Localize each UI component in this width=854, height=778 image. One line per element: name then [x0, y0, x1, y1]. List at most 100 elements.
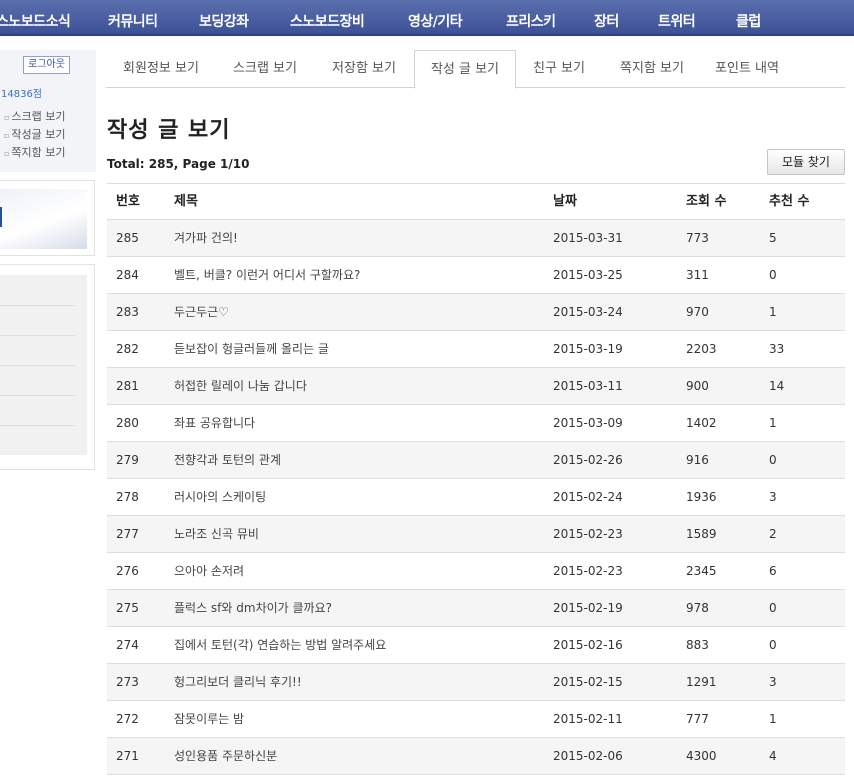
header-recommend[interactable]: 추천 수 — [769, 184, 839, 220]
post-title-link[interactable]: 러시아의 스케이팅 — [174, 479, 544, 515]
sidebar-links: 스크랩 보기 작성글 보기 쪽지함 보기 — [4, 108, 65, 162]
post-views: 2345 — [686, 564, 717, 578]
post-title-link[interactable]: 전향각과 토턴의 관계 — [174, 442, 544, 478]
post-recommends: 3 — [769, 490, 777, 504]
post-title-link[interactable]: 노라조 신곡 뮤비 — [174, 516, 544, 552]
widget-divider — [0, 365, 75, 366]
post-title-link[interactable]: 잠못이루는 밤 — [174, 701, 544, 737]
top-navigation: 스노보드소식 커뮤니티 보딩강좌 스노보드장비 영상/기타 프리스키 장터 트위… — [0, 0, 854, 36]
post-number: 275 — [116, 601, 139, 615]
logout-button[interactable]: 로그아웃 — [23, 56, 70, 74]
post-date: 2015-03-09 — [553, 416, 623, 430]
header-views[interactable]: 조회 수 — [686, 184, 756, 220]
sidebar-link-scrap[interactable]: 스크랩 보기 — [4, 108, 65, 126]
table-row: 281 허접한 릴레이 나눔 갑니다 2015-03-11 900 14 — [107, 368, 845, 405]
post-number: 274 — [116, 638, 139, 652]
post-date: 2015-02-16 — [553, 638, 623, 652]
header-no[interactable]: 번호 — [116, 184, 171, 220]
post-title-link[interactable]: 헝그리보더 클리닉 후기!! — [174, 664, 544, 700]
nav-video-etc[interactable]: 영상/기타 — [408, 11, 463, 31]
post-views: 773 — [686, 231, 709, 245]
post-recommends: 0 — [769, 601, 777, 615]
member-tabs: 회원정보 보기 스크랩 보기 저장함 보기 작성 글 보기 친구 보기 쪽지함 … — [106, 50, 845, 89]
nav-snowboard-gear[interactable]: 스노보드장비 — [290, 11, 365, 31]
post-number: 283 — [116, 305, 139, 319]
nav-boarding-lessons[interactable]: 보딩강좌 — [199, 11, 249, 31]
find-module-button[interactable]: 모듈 찾기 — [767, 149, 845, 175]
post-title-link[interactable]: 좌표 공유합니다 — [174, 405, 544, 441]
post-recommends: 6 — [769, 564, 777, 578]
post-title-link[interactable]: 겨가파 건의! — [174, 220, 544, 256]
post-views: 978 — [686, 601, 709, 615]
post-title-link[interactable]: 으아아 손저려 — [174, 553, 544, 589]
sidebar-link-posts[interactable]: 작성글 보기 — [4, 126, 65, 144]
nav-freeski[interactable]: 프리스키 — [506, 11, 556, 31]
post-recommends: 0 — [769, 638, 777, 652]
post-date: 2015-02-23 — [553, 564, 623, 578]
tab-saved[interactable]: 저장함 보기 — [314, 50, 414, 88]
post-title-link[interactable]: 플럭스 sf와 dm차이가 클까요? — [174, 590, 544, 626]
banner-mark — [0, 207, 2, 227]
table-row: 283 두근두근♡ 2015-03-24 970 1 — [107, 294, 845, 331]
post-number: 284 — [116, 268, 139, 282]
post-date: 2015-02-26 — [553, 453, 623, 467]
post-title-link[interactable]: 듣보잡이 헝글러들께 올리는 글 — [174, 331, 544, 367]
post-number: 278 — [116, 490, 139, 504]
post-recommends: 5 — [769, 231, 777, 245]
tab-my-posts[interactable]: 작성 글 보기 — [414, 50, 516, 89]
post-date: 2015-02-24 — [553, 490, 623, 504]
table-row: 277 노라조 신곡 뮤비 2015-02-23 1589 2 — [107, 516, 845, 553]
post-recommends: 1 — [769, 305, 777, 319]
header-title[interactable]: 제목 — [174, 184, 544, 220]
post-views: 916 — [686, 453, 709, 467]
post-title-link[interactable]: 두근두근♡ — [174, 294, 544, 330]
post-number: 271 — [116, 749, 139, 763]
sidebar-link-messages[interactable]: 쪽지함 보기 — [4, 144, 65, 162]
post-recommends: 0 — [769, 453, 777, 467]
nav-twitter[interactable]: 트위터 — [658, 11, 696, 31]
post-views: 777 — [686, 712, 709, 726]
post-number: 280 — [116, 416, 139, 430]
post-views: 1936 — [686, 490, 717, 504]
tab-friends[interactable]: 친구 보기 — [516, 50, 602, 88]
nav-community[interactable]: 커뮤니티 — [108, 11, 158, 31]
tab-scrap[interactable]: 스크랩 보기 — [216, 50, 314, 88]
table-row: 273 헝그리보더 클리닉 후기!! 2015-02-15 1291 3 — [107, 664, 845, 701]
tab-points[interactable]: 포인트 내역 — [702, 50, 792, 88]
tab-member-info[interactable]: 회원정보 보기 — [106, 50, 216, 88]
post-title-link[interactable]: 벨트, 버클? 이런거 어디서 구할까요? — [174, 257, 544, 293]
table-row: 276 으아아 손저려 2015-02-23 2345 6 — [107, 553, 845, 590]
header-date[interactable]: 날짜 — [553, 184, 673, 220]
post-date: 2015-02-11 — [553, 712, 623, 726]
post-title-link[interactable]: 집에서 토턴(각) 연습하는 방법 알려주세요 — [174, 627, 544, 663]
post-views: 883 — [686, 638, 709, 652]
post-number: 285 — [116, 231, 139, 245]
post-number: 281 — [116, 379, 139, 393]
nav-snowboard-news[interactable]: 스노보드소식 — [0, 11, 71, 31]
post-title-link[interactable]: 성인용품 주문하신분 — [174, 738, 544, 774]
table-row: 284 벨트, 버클? 이런거 어디서 구할까요? 2015-03-25 311 0 — [107, 257, 845, 294]
post-title-link[interactable]: 허접한 릴레이 나눔 갑니다 — [174, 368, 544, 404]
sidebar-widget — [0, 264, 95, 470]
post-date: 2015-03-24 — [553, 305, 623, 319]
post-number: 282 — [116, 342, 139, 356]
sidebar-banner[interactable] — [0, 180, 95, 256]
post-date: 2015-03-11 — [553, 379, 623, 393]
post-recommends: 0 — [769, 268, 777, 282]
page-title: 작성 글 보기 — [107, 118, 231, 143]
banner-image — [0, 189, 87, 249]
post-number: 277 — [116, 527, 139, 541]
widget-panel — [0, 275, 87, 455]
nav-market[interactable]: 장터 — [594, 11, 619, 31]
post-number: 279 — [116, 453, 139, 467]
post-date: 2015-03-31 — [553, 231, 623, 245]
post-date: 2015-02-15 — [553, 675, 623, 689]
nav-club[interactable]: 클럽 — [736, 11, 761, 31]
post-summary: Total: 285, Page 1/10 — [107, 157, 250, 171]
tab-messages[interactable]: 쪽지함 보기 — [602, 50, 702, 88]
post-date: 2015-02-23 — [553, 527, 623, 541]
post-number: 273 — [116, 675, 139, 689]
table-row: 280 좌표 공유합니다 2015-03-09 1402 1 — [107, 405, 845, 442]
post-recommends: 3 — [769, 675, 777, 689]
table-row: 278 러시아의 스케이팅 2015-02-24 1936 3 — [107, 479, 845, 516]
